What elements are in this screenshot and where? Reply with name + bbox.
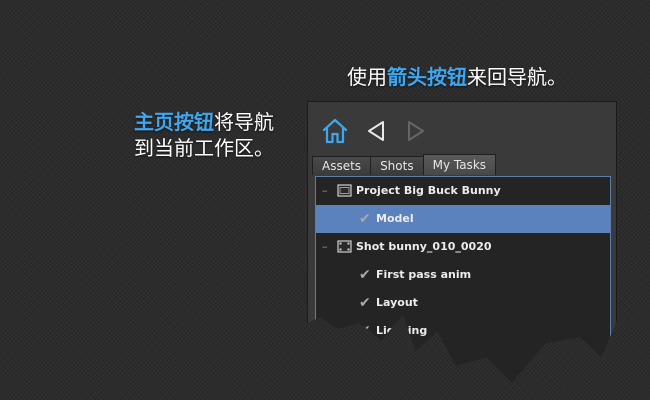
tree-group-row[interactable]: – Project Big Buck Bunny	[316, 177, 610, 205]
tab-my-tasks[interactable]: My Tasks	[422, 154, 497, 175]
project-icon	[337, 184, 352, 197]
tree-task-row[interactable]: ✔ Model	[316, 205, 610, 233]
tree-label: Layout	[376, 296, 418, 309]
collapse-icon[interactable]: –	[322, 233, 328, 261]
home-icon	[322, 118, 348, 144]
toolbar	[308, 102, 616, 154]
shot-icon	[337, 240, 352, 253]
caption-text: 来回导航。	[467, 65, 567, 89]
caption-text: 将导航	[214, 110, 274, 134]
tree-label: Lighting	[376, 324, 428, 337]
arrow-buttons-caption: 使用箭头按钮来回导航。	[347, 64, 567, 90]
tree-label: First pass anim	[376, 268, 472, 281]
arrow-left-icon	[368, 121, 384, 141]
home-button[interactable]	[320, 116, 350, 146]
caption-highlight: 主页按钮	[134, 110, 214, 134]
tree-label: Project Big Buck Bunny	[356, 184, 501, 197]
check-icon: ✔	[359, 295, 371, 311]
collapse-icon[interactable]: –	[322, 177, 328, 205]
tree-group-row[interactable]: – Shot bunny_010_0020	[316, 233, 610, 261]
tree-label: Model	[376, 212, 414, 225]
navigator-panel: Assets Shots My Tasks – Project Big Buck…	[307, 101, 617, 384]
check-icon: ✔	[359, 323, 371, 339]
tree-task-row[interactable]: ✔ First pass anim	[316, 261, 610, 289]
back-button[interactable]	[361, 116, 391, 146]
forward-button[interactable]	[401, 116, 431, 146]
tab-assets[interactable]: Assets	[312, 156, 372, 175]
check-icon: ✔	[359, 211, 371, 227]
caption-highlight: 箭头按钮	[387, 65, 467, 89]
tab-bar: Assets Shots My Tasks	[312, 154, 497, 175]
tree-label: Shot bunny_010_0020	[356, 240, 492, 253]
caption-text: 使用	[347, 65, 387, 89]
arrow-right-icon	[408, 121, 424, 141]
caption-text: 到当前工作区。	[134, 136, 274, 160]
task-tree: – Project Big Buck Bunny ✔ Model – Shot …	[315, 176, 611, 384]
check-icon: ✔	[359, 267, 371, 283]
tree-task-row[interactable]: ✔ Layout	[316, 289, 610, 317]
tab-shots[interactable]: Shots	[370, 156, 424, 175]
tree-task-row[interactable]: ✔ Lighting	[316, 317, 610, 345]
home-button-caption: 主页按钮将导航 到当前工作区。	[115, 109, 293, 161]
